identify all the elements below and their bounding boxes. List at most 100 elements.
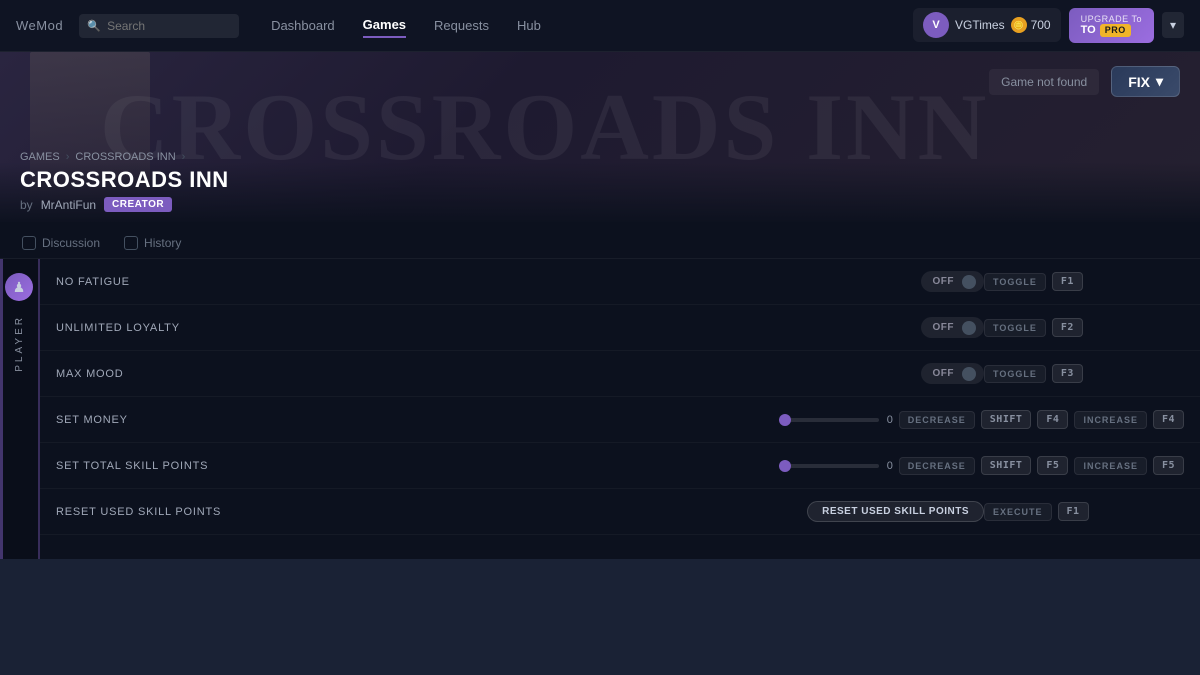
keybind-area: TOGGLE F3 xyxy=(984,364,1184,383)
keybind-area: DECREASE SHIFT F4 INCREASE F4 xyxy=(899,410,1184,429)
tab-history[interactable]: History xyxy=(122,230,183,258)
nav-dashboard[interactable]: Dashboard xyxy=(271,14,335,37)
keybind-increase: INCREASE xyxy=(1074,411,1147,429)
keybind-area: DECREASE SHIFT F5 INCREASE F5 xyxy=(899,456,1184,475)
tab-discussion-label: Discussion xyxy=(42,236,100,250)
reset-used-skill-points-button[interactable]: RESET USED SKILL POINTS xyxy=(807,501,984,522)
cheat-controls: OFF xyxy=(921,317,985,338)
status-fix-bar: Game not found FIX ▾ xyxy=(969,52,1200,111)
player-icon: ♟ xyxy=(5,273,33,301)
topbar-nav: Dashboard Games Requests Hub xyxy=(271,13,913,38)
hero-section: CROSSROADS INN Game not found FIX ▾ GAME… xyxy=(0,52,1200,222)
search-input[interactable] xyxy=(79,14,239,38)
keybind-key-increase: F5 xyxy=(1153,456,1184,475)
breadcrumb-games[interactable]: GAMES xyxy=(20,151,60,163)
keybind-key-decrease: F4 xyxy=(1037,410,1068,429)
toggle-indicator xyxy=(962,275,976,289)
cheats-list: NO FATIGUE OFF TOGGLE F1 UNLIMITED LOYAL… xyxy=(40,259,1200,559)
upgrade-top-label: UPGRADE To xyxy=(1081,14,1142,25)
toggle-no-fatigue[interactable]: OFF xyxy=(921,271,985,292)
slider-value: 0 xyxy=(887,460,899,472)
slider-value: 0 xyxy=(887,414,899,426)
page-title: CROSSROADS INN xyxy=(20,167,229,193)
nav-requests[interactable]: Requests xyxy=(434,14,489,37)
slider-skill-points: 0 xyxy=(779,460,899,472)
cheat-controls: 0 xyxy=(779,460,899,472)
toggle-off-label: OFF xyxy=(927,320,961,335)
keybind-decrease: DECREASE xyxy=(899,411,975,429)
cheat-name: UNLIMITED LOYALTY xyxy=(56,322,921,334)
nav-games[interactable]: Games xyxy=(363,13,406,38)
by-label: by xyxy=(20,198,33,212)
keybind-key: F1 xyxy=(1058,502,1089,521)
cheat-controls: OFF xyxy=(921,363,985,384)
keybind-shift: SHIFT xyxy=(981,456,1032,475)
tab-discussion[interactable]: Discussion xyxy=(20,230,102,258)
breadcrumb: GAMES › CROSSROADS INN › xyxy=(20,151,229,163)
keybind-area: TOGGLE F1 xyxy=(984,272,1184,291)
cheat-row: RESET USED SKILL POINTS RESET USED SKILL… xyxy=(40,489,1200,535)
keybind-action: TOGGLE xyxy=(984,273,1046,291)
cheat-name: MAX MOOD xyxy=(56,368,921,380)
slider-track[interactable] xyxy=(779,464,879,468)
cheat-controls: OFF xyxy=(921,271,985,292)
toggle-indicator xyxy=(962,321,976,335)
history-checkbox[interactable] xyxy=(124,236,138,250)
game-not-found-label: Game not found xyxy=(989,69,1099,95)
keybind-action: EXECUTE xyxy=(984,503,1052,521)
breadcrumb-sep-2: › xyxy=(182,151,186,163)
keybind-decrease: DECREASE xyxy=(899,457,975,475)
creator-badge: CREATOR xyxy=(104,197,172,212)
fix-label: FIX xyxy=(1128,74,1150,90)
author-name: MrAntiFun xyxy=(41,198,96,212)
player-sidebar: ♟ PLAYER xyxy=(0,259,40,559)
topbar: WeMod 🔍 Dashboard Games Requests Hub V V… xyxy=(0,0,1200,52)
keybind-increase: INCREASE xyxy=(1074,457,1147,475)
tabs-row: Discussion History xyxy=(0,222,1200,259)
toggle-off-label: OFF xyxy=(927,366,961,381)
keybind-key: F2 xyxy=(1052,318,1083,337)
search-icon: 🔍 xyxy=(87,19,101,32)
cheat-controls: RESET USED SKILL POINTS xyxy=(807,501,984,522)
coin-icon: 🪙 xyxy=(1011,17,1027,33)
slider-track[interactable] xyxy=(779,418,879,422)
user-section[interactable]: V VGTimes 🪙 700 xyxy=(913,8,1061,42)
breadcrumb-game[interactable]: CROSSROADS INN xyxy=(75,151,175,163)
pro-badge: PRO xyxy=(1100,24,1131,37)
upgrade-bottom: TO PRO xyxy=(1081,24,1131,37)
cheat-row: SET TOTAL SKILL POINTS 0 DECREASE SHIFT … xyxy=(40,443,1200,489)
toggle-unlimited-loyalty[interactable]: OFF xyxy=(921,317,985,338)
keybind-key-increase: F4 xyxy=(1153,410,1184,429)
player-side-line xyxy=(0,259,3,559)
toggle-off-label: OFF xyxy=(927,274,961,289)
keybind-action: TOGGLE xyxy=(984,365,1046,383)
cheat-controls: 0 xyxy=(779,414,899,426)
nav-hub[interactable]: Hub xyxy=(517,14,541,37)
tab-history-label: History xyxy=(144,236,181,250)
page-meta: by MrAntiFun CREATOR xyxy=(20,197,229,212)
keybind-shift: SHIFT xyxy=(981,410,1032,429)
keybind-key: F3 xyxy=(1052,364,1083,383)
cheat-name: SET MONEY xyxy=(56,414,779,426)
upgrade-button[interactable]: UPGRADE To TO PRO xyxy=(1069,8,1154,44)
toggle-indicator xyxy=(962,367,976,381)
keybind-key: F1 xyxy=(1052,272,1083,291)
fix-button[interactable]: FIX ▾ xyxy=(1111,66,1180,97)
slider-money: 0 xyxy=(779,414,899,426)
breadcrumb-sep-1: › xyxy=(66,151,70,163)
discussion-checkbox[interactable] xyxy=(22,236,36,250)
below-hero: ♟ PLAYER NO FATIGUE OFF TOGGLE F1 xyxy=(0,259,1200,559)
avatar: V xyxy=(923,12,949,38)
player-label: PLAYER xyxy=(14,315,25,372)
toggle-max-mood[interactable]: OFF xyxy=(921,363,985,384)
cheat-row: SET MONEY 0 DECREASE SHIFT F4 INCREASE F… xyxy=(40,397,1200,443)
keybind-area: EXECUTE F1 xyxy=(984,502,1184,521)
chevron-button[interactable]: ▾ xyxy=(1162,12,1184,38)
slider-thumb[interactable] xyxy=(779,460,791,472)
cheat-row: NO FATIGUE OFF TOGGLE F1 xyxy=(40,259,1200,305)
slider-thumb[interactable] xyxy=(779,414,791,426)
keybind-key-decrease: F5 xyxy=(1037,456,1068,475)
cheat-row: MAX MOOD OFF TOGGLE F3 xyxy=(40,351,1200,397)
cheat-name: RESET USED SKILL POINTS xyxy=(56,506,807,518)
cheat-name: NO FATIGUE xyxy=(56,276,921,288)
